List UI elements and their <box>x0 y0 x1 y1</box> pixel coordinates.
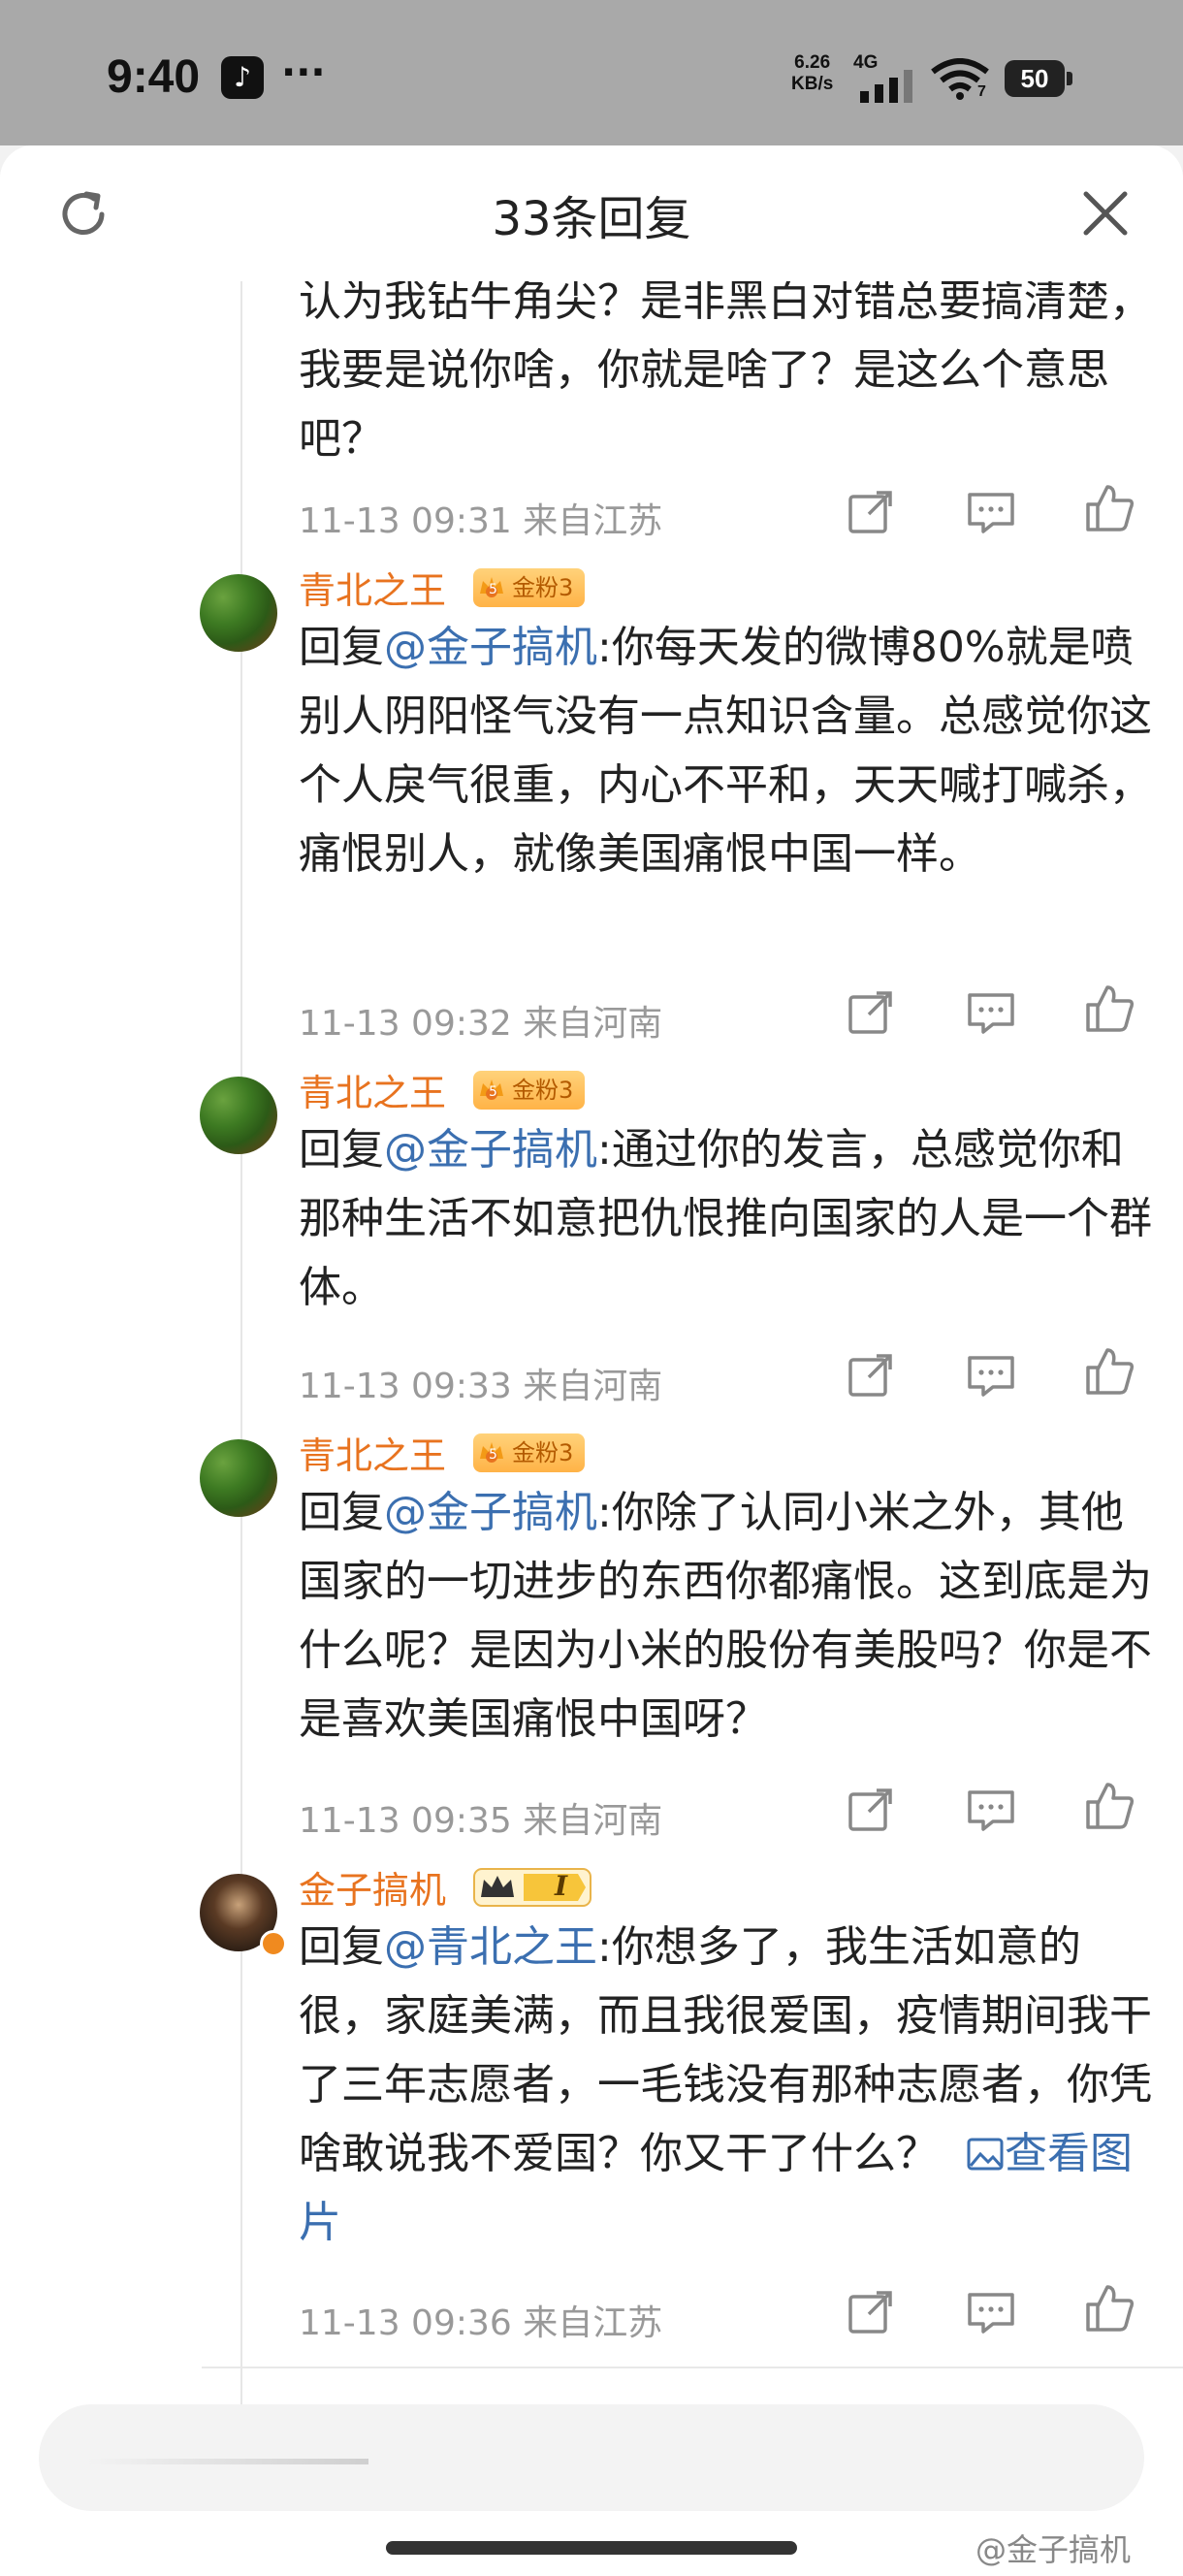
like-icon[interactable] <box>1084 2283 1135 2334</box>
reply-text: 回复@金子搞机:你除了认同小米之外，其他国家的一切进步的东西你都痛恨。这到底是为… <box>299 1478 1152 1754</box>
like-icon[interactable] <box>1084 1781 1135 1831</box>
replies-sheet: 33条回复 认为我钻牛角尖？是非黑白对错总要搞清楚，我要是说你啥，你就是啥了？是… <box>0 145 1183 2576</box>
sheet-header: 33条回复 <box>0 145 1183 281</box>
username[interactable]: 青北之王 <box>299 1426 446 1479</box>
username[interactable]: 青北之王 <box>299 1063 446 1116</box>
image-icon <box>967 2138 1004 2171</box>
reply-prefix: 回复 <box>299 623 384 672</box>
reply-meta: 11-13 09:32 来自河南 <box>299 1004 663 1044</box>
mention-link[interactable]: @金子搞机 <box>384 1125 597 1175</box>
reply-meta: 11-13 09:36 来自江苏 <box>299 2303 663 2343</box>
vip-crown-badge <box>473 1868 592 1907</box>
comment-icon[interactable] <box>966 1350 1016 1401</box>
share-icon[interactable] <box>846 487 896 537</box>
vip-level: I <box>555 1870 568 1902</box>
reply-text: 回复@青北之王:你想多了，我生活如意的很，家庭美满，而且我很爱国，疫情期间我干了… <box>299 1913 1152 2257</box>
reply-meta: 11-13 09:33 来自河南 <box>299 1367 663 1406</box>
reply-text: 回复@金子搞机:通过你的发言，总感觉你和那种生活不如意把仇恨推向国家的人是一个群… <box>299 1115 1152 1322</box>
avatar[interactable] <box>200 574 277 652</box>
reply-meta: 11-13 09:35 来自河南 <box>299 1801 663 1841</box>
share-icon[interactable] <box>846 1785 896 1835</box>
fan-level: 5 <box>489 1447 497 1463</box>
avatar[interactable] <box>200 1077 277 1154</box>
like-icon[interactable] <box>1084 483 1135 533</box>
reply-text: 回复@金子搞机:你每天发的微博80%就是喷别人阴阳怪气没有一点知识含量。总感觉你… <box>299 613 1152 888</box>
more-notifications-icon: ··· <box>281 50 326 95</box>
username[interactable]: 青北之王 <box>299 561 446 614</box>
like-icon[interactable] <box>1084 983 1135 1034</box>
signal-icon <box>860 70 912 103</box>
avatar[interactable] <box>200 1439 277 1517</box>
fan-badge-label: 金粉3 <box>512 1077 574 1104</box>
network-speed-unit: KB/s <box>791 74 834 94</box>
status-time: 9:40 <box>107 51 201 103</box>
mention-link[interactable]: @青北之王 <box>384 1922 597 1972</box>
verified-badge-icon <box>260 1930 287 1957</box>
fan-level: 5 <box>489 1084 497 1100</box>
reply-meta: 11-13 09:31 来自江苏 <box>299 501 663 541</box>
reply-input-placeholder <box>87 2459 368 2464</box>
share-icon[interactable] <box>846 2287 896 2337</box>
battery-icon: 50 <box>1005 60 1072 97</box>
comment-icon[interactable] <box>966 1785 1016 1835</box>
fan-badge: 5 金粉3 <box>473 1071 586 1110</box>
network-speed-value: 6.26 <box>794 52 831 73</box>
share-icon[interactable] <box>846 987 896 1038</box>
fan-badge-label: 金粉3 <box>512 1439 574 1466</box>
fan-badge: 5 金粉3 <box>473 568 586 607</box>
close-icon[interactable] <box>1078 186 1133 241</box>
fan-badge: 5 金粉3 <box>473 1433 586 1472</box>
watermark: @金子搞机 <box>975 2531 1132 2568</box>
fan-level: 5 <box>489 582 497 597</box>
mention-link[interactable]: @金子搞机 <box>384 623 597 672</box>
like-icon[interactable] <box>1084 1346 1135 1397</box>
fan-badge-label: 金粉3 <box>512 574 574 601</box>
reply-prefix: 回复 <box>299 1922 384 1972</box>
page-title: 33条回复 <box>492 192 691 246</box>
home-indicator[interactable] <box>386 2541 797 2555</box>
reply-input[interactable] <box>39 2404 1144 2511</box>
status-bar: 9:40 ♪ ··· 6.26 KB/s 4G 7 50 <box>0 0 1183 145</box>
mention-link[interactable]: @金子搞机 <box>384 1488 597 1537</box>
network-speed: 6.26 KB/s <box>791 52 833 95</box>
divider <box>202 2367 1183 2368</box>
reply-prefix: 回复 <box>299 1125 384 1175</box>
comment-icon[interactable] <box>966 487 1016 537</box>
wifi-sub-label: 7 <box>977 83 986 100</box>
reply-prefix: 回复 <box>299 1488 384 1537</box>
share-icon[interactable] <box>846 1350 896 1401</box>
reply-text: 认为我钻牛角尖？是非黑白对错总要搞清楚，我要是说你啥，你就是啥了？是这么个意思吧… <box>299 276 1152 464</box>
username[interactable]: 金子搞机 <box>299 1860 446 1914</box>
comment-icon[interactable] <box>966 987 1016 1038</box>
tiktok-icon: ♪ <box>221 56 264 99</box>
comment-icon[interactable] <box>966 2287 1016 2337</box>
